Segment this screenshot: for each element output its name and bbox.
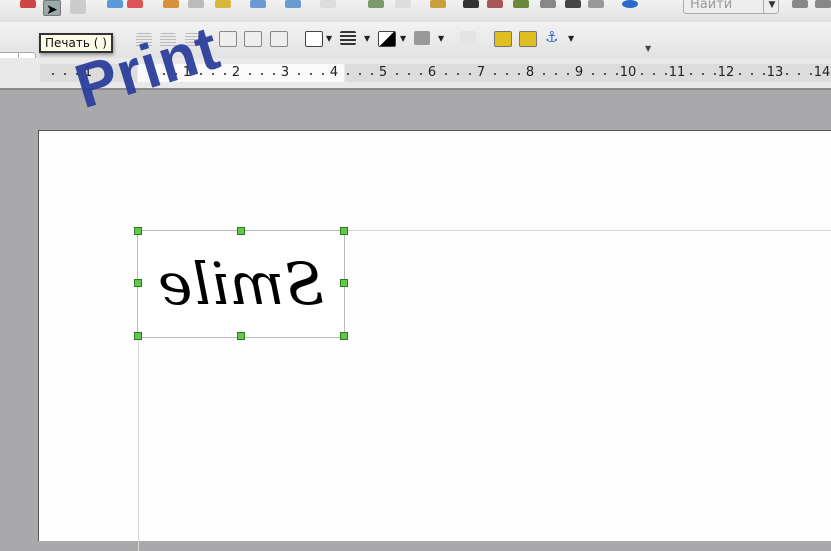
ruler-tick <box>653 73 655 75</box>
ruler-tick <box>506 73 508 75</box>
resize-handle[interactable] <box>237 332 245 340</box>
ruler-tick <box>64 73 66 75</box>
find-prev-icon[interactable] <box>815 0 831 8</box>
ruler-tick <box>273 73 275 75</box>
help-icon[interactable] <box>622 0 638 8</box>
resize-handle[interactable] <box>340 279 348 287</box>
paste-icon[interactable] <box>215 0 231 8</box>
align-middle-icon[interactable] <box>244 31 262 47</box>
ruler-tick <box>616 73 618 75</box>
ruler-tick <box>786 73 788 75</box>
ruler-label: 6 <box>427 65 437 80</box>
ruler-tick <box>494 73 496 75</box>
ruler-tick <box>469 73 471 75</box>
undo-icon[interactable] <box>285 0 301 8</box>
ruler-tick <box>408 73 410 75</box>
ruler-tick <box>52 73 54 75</box>
ruler-tick <box>810 73 812 75</box>
pdf-export-icon[interactable] <box>20 0 36 8</box>
ruler-tick <box>347 73 349 75</box>
clone-format-icon[interactable] <box>250 0 266 8</box>
formatting-marks-icon[interactable] <box>565 0 581 8</box>
ruler-tick <box>396 73 398 75</box>
borders-icon[interactable] <box>305 31 323 47</box>
ruler-label: 12 <box>717 65 735 80</box>
ruler-tick <box>518 73 520 75</box>
mouse-cursor-icon: ➤ <box>46 2 58 18</box>
resize-handle[interactable] <box>340 332 348 340</box>
bring-to-front-icon[interactable] <box>494 31 512 47</box>
send-to-back-icon[interactable] <box>519 31 537 47</box>
standard-toolbar: Найти ▼ <box>0 0 831 23</box>
ruler-label: 13 <box>766 65 784 80</box>
ruler-tick <box>555 73 557 75</box>
ruler-tick <box>420 73 422 75</box>
resize-handle[interactable] <box>134 332 142 340</box>
autospellcheck-icon[interactable] <box>127 0 143 8</box>
ruler-label: 8 <box>525 65 535 80</box>
ruler-tick <box>322 73 324 75</box>
zoom-icon[interactable] <box>588 0 604 8</box>
ruler-tick <box>798 73 800 75</box>
ruler-tick <box>457 73 459 75</box>
print-preview-icon[interactable] <box>70 0 86 14</box>
ruler-tick <box>592 73 594 75</box>
ruler-label: 14 <box>813 65 831 80</box>
ruler-label: 3 <box>280 65 290 80</box>
ruler-label: 11 <box>668 65 686 80</box>
image-frame[interactable]: Smile <box>137 230 345 338</box>
search-dropdown[interactable]: ▼ <box>763 0 780 14</box>
image-icon[interactable] <box>513 0 529 8</box>
line-style-icon[interactable] <box>340 31 356 45</box>
ruler-tick <box>359 73 361 75</box>
ruler-tick <box>543 73 545 75</box>
ruler-tick <box>665 73 667 75</box>
navigator-icon[interactable] <box>463 0 479 8</box>
table-icon[interactable] <box>395 0 411 8</box>
ruler-label: 9 <box>574 65 584 80</box>
resize-handle[interactable] <box>340 227 348 235</box>
resize-handle[interactable] <box>134 227 142 235</box>
hyperlink-icon[interactable] <box>368 0 384 8</box>
draw-icon[interactable] <box>430 0 446 8</box>
ruler-tick <box>714 73 716 75</box>
ruler-label: 10 <box>619 65 637 80</box>
ruler-tick <box>567 73 569 75</box>
ruler-tick <box>249 73 251 75</box>
ruler-label: 7 <box>476 65 486 80</box>
search-placeholder: Найти <box>690 0 733 12</box>
ruler-tick <box>739 73 741 75</box>
border-color-icon[interactable] <box>378 31 396 47</box>
link-frames-icon <box>460 31 476 45</box>
align-bottom-icon[interactable] <box>270 31 288 47</box>
ruler-tick <box>371 73 373 75</box>
resize-handle[interactable] <box>134 279 142 287</box>
ruler-tick <box>702 73 704 75</box>
ruler-label: 5 <box>378 65 388 80</box>
ruler-tick <box>310 73 312 75</box>
anchor-icon[interactable]: ⚓ <box>545 30 561 45</box>
cut-icon[interactable] <box>163 0 179 8</box>
find-next-icon[interactable] <box>792 0 808 8</box>
gallery-icon[interactable] <box>487 0 503 8</box>
datasources-icon[interactable] <box>540 0 556 8</box>
toolbar-overflow-icon[interactable]: ▼ <box>645 44 651 53</box>
ruler-label: 4 <box>329 65 339 80</box>
ruler-label: 2 <box>231 65 241 80</box>
redo-icon[interactable] <box>320 0 336 8</box>
ruler-tick <box>763 73 765 75</box>
spellcheck-icon[interactable] <box>107 0 123 8</box>
resize-handle[interactable] <box>237 227 245 235</box>
ruler-tick <box>604 73 606 75</box>
ruler-tick <box>690 73 692 75</box>
ruler-tick <box>445 73 447 75</box>
ruler-tick <box>261 73 263 75</box>
copy-icon[interactable] <box>188 0 204 8</box>
ruler-tick <box>641 73 643 75</box>
ruler-tick <box>751 73 753 75</box>
ruler-tick <box>298 73 300 75</box>
align-top-icon[interactable] <box>219 31 237 47</box>
background-color-icon[interactable] <box>414 31 430 45</box>
smile-image: Smile <box>157 250 325 318</box>
